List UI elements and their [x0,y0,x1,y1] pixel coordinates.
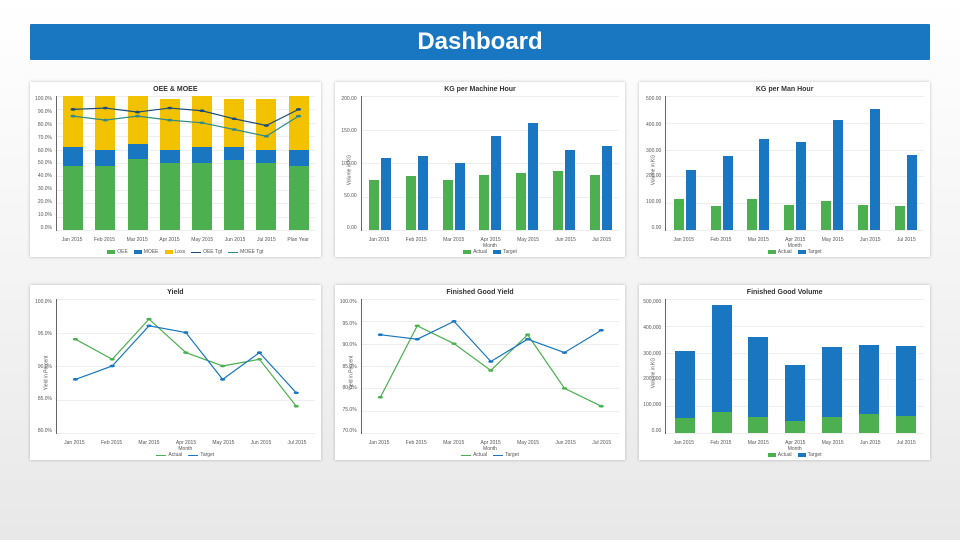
chart-fg_volume: Finished Good VolumeVolume in KG500,0004… [639,285,930,460]
bar [479,175,489,230]
bar [455,163,465,230]
chart-oee_moee: OEE & MOEE 100.0%90.0%80.0%70.0%60.0%50.0… [30,82,321,257]
legend: ActualTarget [56,452,315,458]
y-ticks: 500,000400,000300,000200,000100,0000.00 [639,299,661,434]
bar [381,158,391,230]
chart-title: Finished Good Volume [645,289,924,296]
chart-yield: YieldYield in Percent100.0%95.0%90.0%85.… [30,285,321,460]
bar [723,156,733,230]
x-ticks: Jan 2015Feb 2015Mar 2015Apr 2015May 2015… [56,237,315,243]
bar [553,171,563,230]
plot-area [665,299,924,434]
bar [833,120,843,230]
bar [369,180,379,230]
bar [748,337,768,433]
bar [491,136,501,230]
y-ticks: 500.00400.00300.00200.00100.000.00 [639,96,661,231]
bar [747,199,757,230]
bar [443,180,453,230]
chart-title: OEE & MOEE [36,86,315,93]
page-title: Dashboard [30,24,930,60]
plot-area [361,96,620,231]
bar [590,175,600,230]
chart-title: Finished Good Yield [341,289,620,296]
bar [674,199,684,230]
legend: ActualTarget [361,249,620,255]
legend: ActualTarget [665,452,924,458]
legend: ActualTarget [361,452,620,458]
bar [784,205,794,230]
charts-grid: OEE & MOEE 100.0%90.0%80.0%70.0%60.0%50.0… [30,82,930,460]
bar [406,176,416,230]
bar [675,351,695,433]
chart-title: KG per Man Hour [645,86,924,93]
bar [870,109,880,230]
chart-kg_machine_hour: KG per Machine HourVolume in KG200.00150… [335,82,626,257]
legend: OEEMOEELossOEE TgtMOEE Tgt [56,249,315,255]
bar [859,345,879,433]
legend: ActualTarget [665,249,924,255]
bar [418,156,428,230]
bar [907,155,917,230]
chart-fg_yield: Finished Good YieldYield in Percent100.0… [335,285,626,460]
bar [602,146,612,230]
bar [712,305,732,433]
bar [895,206,905,230]
bar [516,173,526,230]
bar [822,347,842,433]
plot-area [56,299,315,434]
bar [821,201,831,230]
bar [528,123,538,230]
y-ticks: 100.0%95.0%90.0%85.0%80.0%75.0%70.0% [335,299,357,434]
bar [796,142,806,230]
plot-area [361,299,620,434]
bar [759,139,769,230]
bar [565,150,575,230]
bar [858,205,868,230]
chart-title: KG per Machine Hour [341,86,620,93]
y-ticks: 100.0%90.0%80.0%70.0%60.0%50.0%40.0%30.0… [30,96,52,231]
bar [785,365,805,433]
bar [896,346,916,433]
bar [686,170,696,230]
chart-title: Yield [36,289,315,296]
y-ticks: 100.0%95.0%90.0%85.0%80.0% [30,299,52,434]
bar [711,206,721,230]
plot-area [56,96,315,231]
chart-kg_man_hour: KG per Man HourVolume in KG500.00400.003… [639,82,930,257]
plot-area [665,96,924,231]
y-ticks: 200.00150.00100.0050.000.00 [335,96,357,231]
